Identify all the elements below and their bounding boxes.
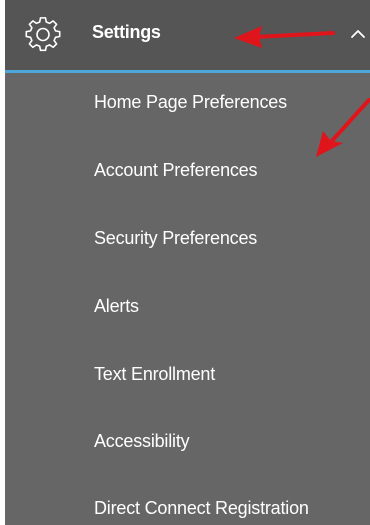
menu-item-direct-connect-registration[interactable]: Direct Connect Registration [94,498,309,519]
header-underline [5,70,370,73]
menu-item-accessibility[interactable]: Accessibility [94,431,190,452]
settings-menu-panel: Settings Home Page Preferences Account P… [0,0,370,525]
left-edge [0,0,5,525]
menu-item-security-preferences[interactable]: Security Preferences [94,228,257,249]
gear-icon [25,17,61,52]
settings-header[interactable]: Settings [5,0,370,70]
red-arrow-to-account-preferences [316,98,370,157]
settings-header-label: Settings [92,22,161,42]
menu-item-account-preferences[interactable]: Account Preferences [94,160,257,181]
menu-item-alerts[interactable]: Alerts [94,296,139,317]
menu-item-home-page-preferences[interactable]: Home Page Preferences [94,92,287,113]
chevron-up-icon[interactable] [349,25,367,43]
menu-item-text-enrollment[interactable]: Text Enrollment [94,364,215,385]
